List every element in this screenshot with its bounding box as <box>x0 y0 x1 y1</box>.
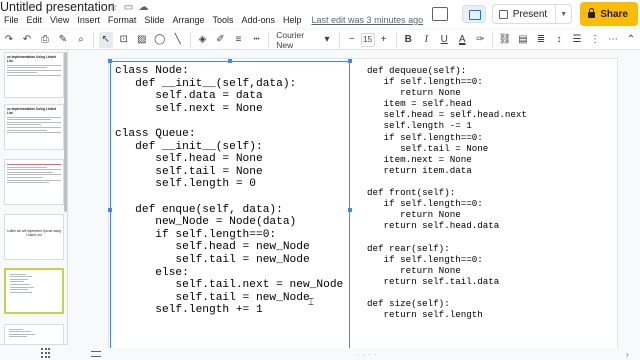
font-size-increase-button[interactable]: + <box>377 32 391 48</box>
present-icon <box>498 9 508 19</box>
toolbar-divider <box>189 32 191 47</box>
present-dropdown-chevron-icon[interactable]: ▼ <box>556 4 573 24</box>
slide-thumbnail-title: ue Implementation Using Linked List <box>7 55 57 63</box>
share-button[interactable]: Share <box>580 2 638 26</box>
text-box-icon[interactable]: ⊡ <box>117 32 131 48</box>
slide-thumbnail-active[interactable] <box>4 268 64 314</box>
resize-handle[interactable] <box>108 59 112 63</box>
menu-edit[interactable]: Edit <box>23 15 47 25</box>
bold-button[interactable]: B <box>401 32 415 48</box>
slide-thumbnail[interactable]: s after we will implement Queue using Li… <box>4 214 64 260</box>
menu-arrange[interactable]: Arrange <box>168 15 208 25</box>
bulleted-list-icon[interactable]: ☰ <box>570 32 584 48</box>
format-toolbar: ↷ ↶ ⎙ ✎ ⌕ ↖ ⊡ ▨ ◯ ╲ ◈ ✐ ≡ ┅ Courier New … <box>0 30 640 50</box>
border-weight-icon[interactable]: ≡ <box>231 32 245 48</box>
collapse-toolbar-icon[interactable]: ⌃ <box>624 32 638 48</box>
menu-addons[interactable]: Add-ons <box>237 15 279 25</box>
comment-history-icon[interactable] <box>431 7 448 21</box>
filmstrip-footer <box>0 344 68 360</box>
font-size-input[interactable]: 15 <box>360 32 375 47</box>
menu-slide[interactable]: Slide <box>140 15 168 25</box>
grid-view-icon[interactable] <box>41 348 51 358</box>
border-dash-icon[interactable]: ┅ <box>249 32 263 48</box>
paint-format-icon[interactable]: ✎ <box>56 32 70 48</box>
text-color-button[interactable]: A <box>455 32 469 48</box>
filmstrip-scrollbar[interactable] <box>64 52 67 212</box>
code-block-right[interactable]: def dequeue(self): if self.length==0: re… <box>367 65 527 320</box>
select-cursor-icon[interactable]: ↖ <box>98 31 113 48</box>
font-family-select[interactable]: Courier New <box>274 30 316 50</box>
app-header: Untitled presentation ☆ ▭ ☁ File Edit Vi… <box>0 0 640 28</box>
menu-tools[interactable]: Tools <box>208 15 237 25</box>
notes-resize-handle[interactable]: · · · · <box>357 352 377 358</box>
menu-insert[interactable]: Insert <box>73 15 104 25</box>
cloud-status-icon[interactable]: ☁ <box>138 2 149 13</box>
slide-canvas[interactable]: class Node: def __init__(self,data): sel… <box>108 59 617 359</box>
resize-handle[interactable] <box>228 59 232 63</box>
text-cursor-icon: ⌶ <box>308 297 314 308</box>
meet-icon[interactable] <box>461 5 486 23</box>
toolbar-divider <box>93 32 94 47</box>
slide-thumbnail-title: ue Implementation Using Linked List <box>7 107 57 115</box>
toolbar-divider <box>492 32 493 47</box>
menu-format[interactable]: Format <box>104 15 141 25</box>
menu-view[interactable]: View <box>46 15 73 25</box>
font-dropdown-chevron-icon[interactable]: ▾ <box>320 32 334 48</box>
image-icon[interactable]: ▨ <box>135 32 149 48</box>
italic-button[interactable]: I <box>419 32 433 48</box>
present-button[interactable]: Present <box>491 4 557 24</box>
slide-thumbnail[interactable]: ue Implementation Using Linked List <box>4 52 64 98</box>
more-options-icon[interactable]: ⋯ <box>606 32 620 48</box>
last-edit-link[interactable]: Last edit was 3 minutes ago <box>312 15 424 25</box>
resize-handle[interactable] <box>348 59 352 63</box>
add-comment-icon[interactable]: ▤ <box>516 32 530 48</box>
menu-help[interactable]: Help <box>279 15 306 25</box>
speaker-notes-bar: · · · · › <box>69 348 640 360</box>
insert-link-icon[interactable]: ⛓ <box>498 32 512 48</box>
underline-button[interactable]: U <box>437 32 451 48</box>
numbered-list-icon[interactable]: ⋮ <box>588 32 602 48</box>
zoom-icon[interactable]: ⌕ <box>74 32 88 48</box>
line-icon[interactable]: ╲ <box>171 32 185 48</box>
slide-canvas-area: class Node: def __init__(self,data): sel… <box>69 51 640 360</box>
resize-handle[interactable] <box>108 208 112 212</box>
fill-color-icon[interactable]: ◈ <box>195 32 209 48</box>
undo-icon[interactable]: ↶ <box>20 32 34 48</box>
toolbar-divider <box>395 32 397 47</box>
toolbar-divider <box>339 32 340 47</box>
expand-side-panel-icon[interactable]: › <box>626 350 636 359</box>
share-label: Share <box>600 8 628 20</box>
border-color-icon[interactable]: ✐ <box>213 32 227 48</box>
star-icon[interactable]: ☆ <box>108 2 119 13</box>
present-label: Present <box>512 8 548 20</box>
toolbar-divider <box>268 32 270 47</box>
align-icon[interactable]: ≣ <box>534 32 548 48</box>
slide-thumbnail[interactable] <box>4 159 64 205</box>
highlight-color-icon[interactable]: ✑ <box>473 32 487 48</box>
lock-icon <box>588 8 596 18</box>
slide-filmstrip: ue Implementation Using Linked List ue I… <box>0 50 68 360</box>
resize-handle[interactable] <box>348 208 352 212</box>
slides-app: Untitled presentation ☆ ▭ ☁ File Edit Vi… <box>0 0 640 360</box>
menu-bar: File Edit View Insert Format Slide Arran… <box>0 13 423 27</box>
redo-icon[interactable]: ↷ <box>2 32 16 48</box>
menu-file[interactable]: File <box>0 15 23 25</box>
speaker-notes-icon[interactable] <box>91 351 101 357</box>
shape-icon[interactable]: ◯ <box>153 32 167 48</box>
header-actions: Present ▼ Share <box>431 2 640 26</box>
font-size-decrease-button[interactable]: − <box>345 32 359 48</box>
code-block-left[interactable]: class Node: def __init__(self,data): sel… <box>115 65 343 317</box>
slide-thumbnail[interactable]: ue Implementation Using Linked List <box>4 104 64 150</box>
line-spacing-icon[interactable]: ↕ <box>552 32 566 48</box>
move-folder-icon[interactable]: ▭ <box>123 2 134 13</box>
print-icon[interactable]: ⎙ <box>38 32 52 48</box>
presentation-title[interactable]: Untitled presentation <box>0 0 115 14</box>
slide-thumbnail-text: s after we will implement Queue using Li… <box>7 229 61 237</box>
